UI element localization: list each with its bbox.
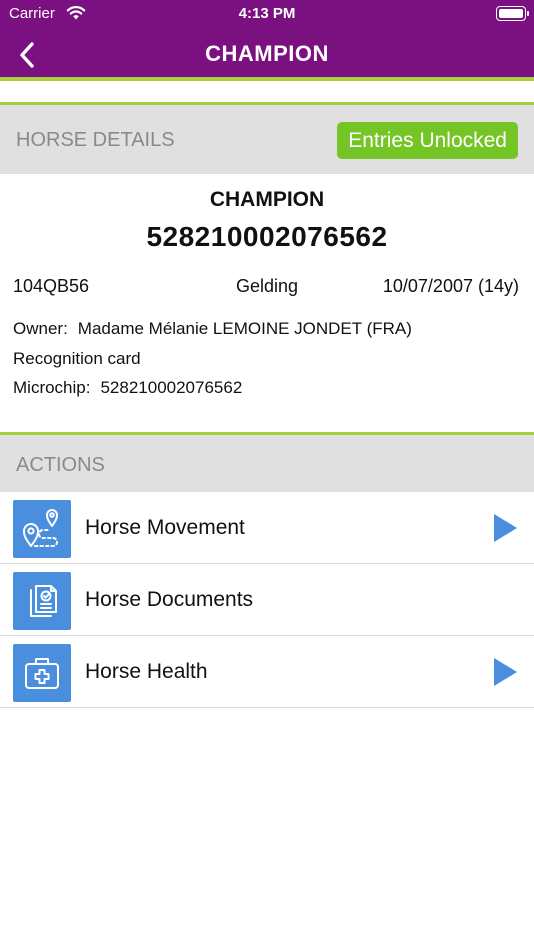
entries-status-badge: Entries Unlocked — [337, 122, 518, 159]
documents-icon — [13, 572, 71, 630]
play-arrow-icon — [494, 658, 517, 686]
action-label: Horse Documents — [85, 588, 254, 611]
owner-label: Owner: — [13, 319, 68, 338]
first-aid-kit-icon — [13, 644, 71, 702]
microchip-value: 528210002076562 — [100, 378, 243, 397]
microchip-row: Microchip: 528210002076562 — [13, 378, 242, 398]
horse-name: CHAMPION — [209, 188, 325, 211]
recognition-card: Recognition card — [13, 349, 141, 368]
action-horse-documents[interactable]: Horse Documents — [0, 564, 534, 636]
actions-header: ACTIONS — [0, 435, 534, 492]
horse-birth-date: 10/07/2007 (14y) — [382, 276, 519, 296]
status-time: 4:13 PM — [238, 5, 296, 22]
battery-icon — [496, 6, 529, 21]
owner-value: Madame Mélanie LEMOINE JONDET (FRA) — [77, 319, 412, 338]
microchip-label: Microchip: — [13, 378, 91, 397]
horse-details-header: HORSE DETAILS Entries Unlocked — [0, 105, 534, 174]
action-horse-health[interactable]: Horse Health — [0, 636, 534, 708]
map-route-icon — [13, 500, 71, 558]
header-divider — [0, 77, 534, 81]
status-bar: Carrier 4:13 PM — [0, 0, 534, 28]
owner-row: Owner: Madame Mélanie LEMOINE JONDET (FRA… — [13, 319, 412, 339]
page-title: CHAMPION — [205, 41, 329, 66]
action-horse-movement[interactable]: Horse Movement — [0, 492, 534, 564]
top-bar: Carrier 4:13 PM CHAMPION — [0, 0, 534, 77]
play-arrow-icon — [494, 514, 517, 542]
section-title-actions: ACTIONS — [16, 454, 105, 476]
section-title-horse-details: HORSE DETAILS — [16, 129, 175, 151]
horse-id-number: 528210002076562 — [146, 221, 388, 252]
action-label: Horse Movement — [85, 516, 245, 539]
action-label: Horse Health — [85, 660, 208, 683]
